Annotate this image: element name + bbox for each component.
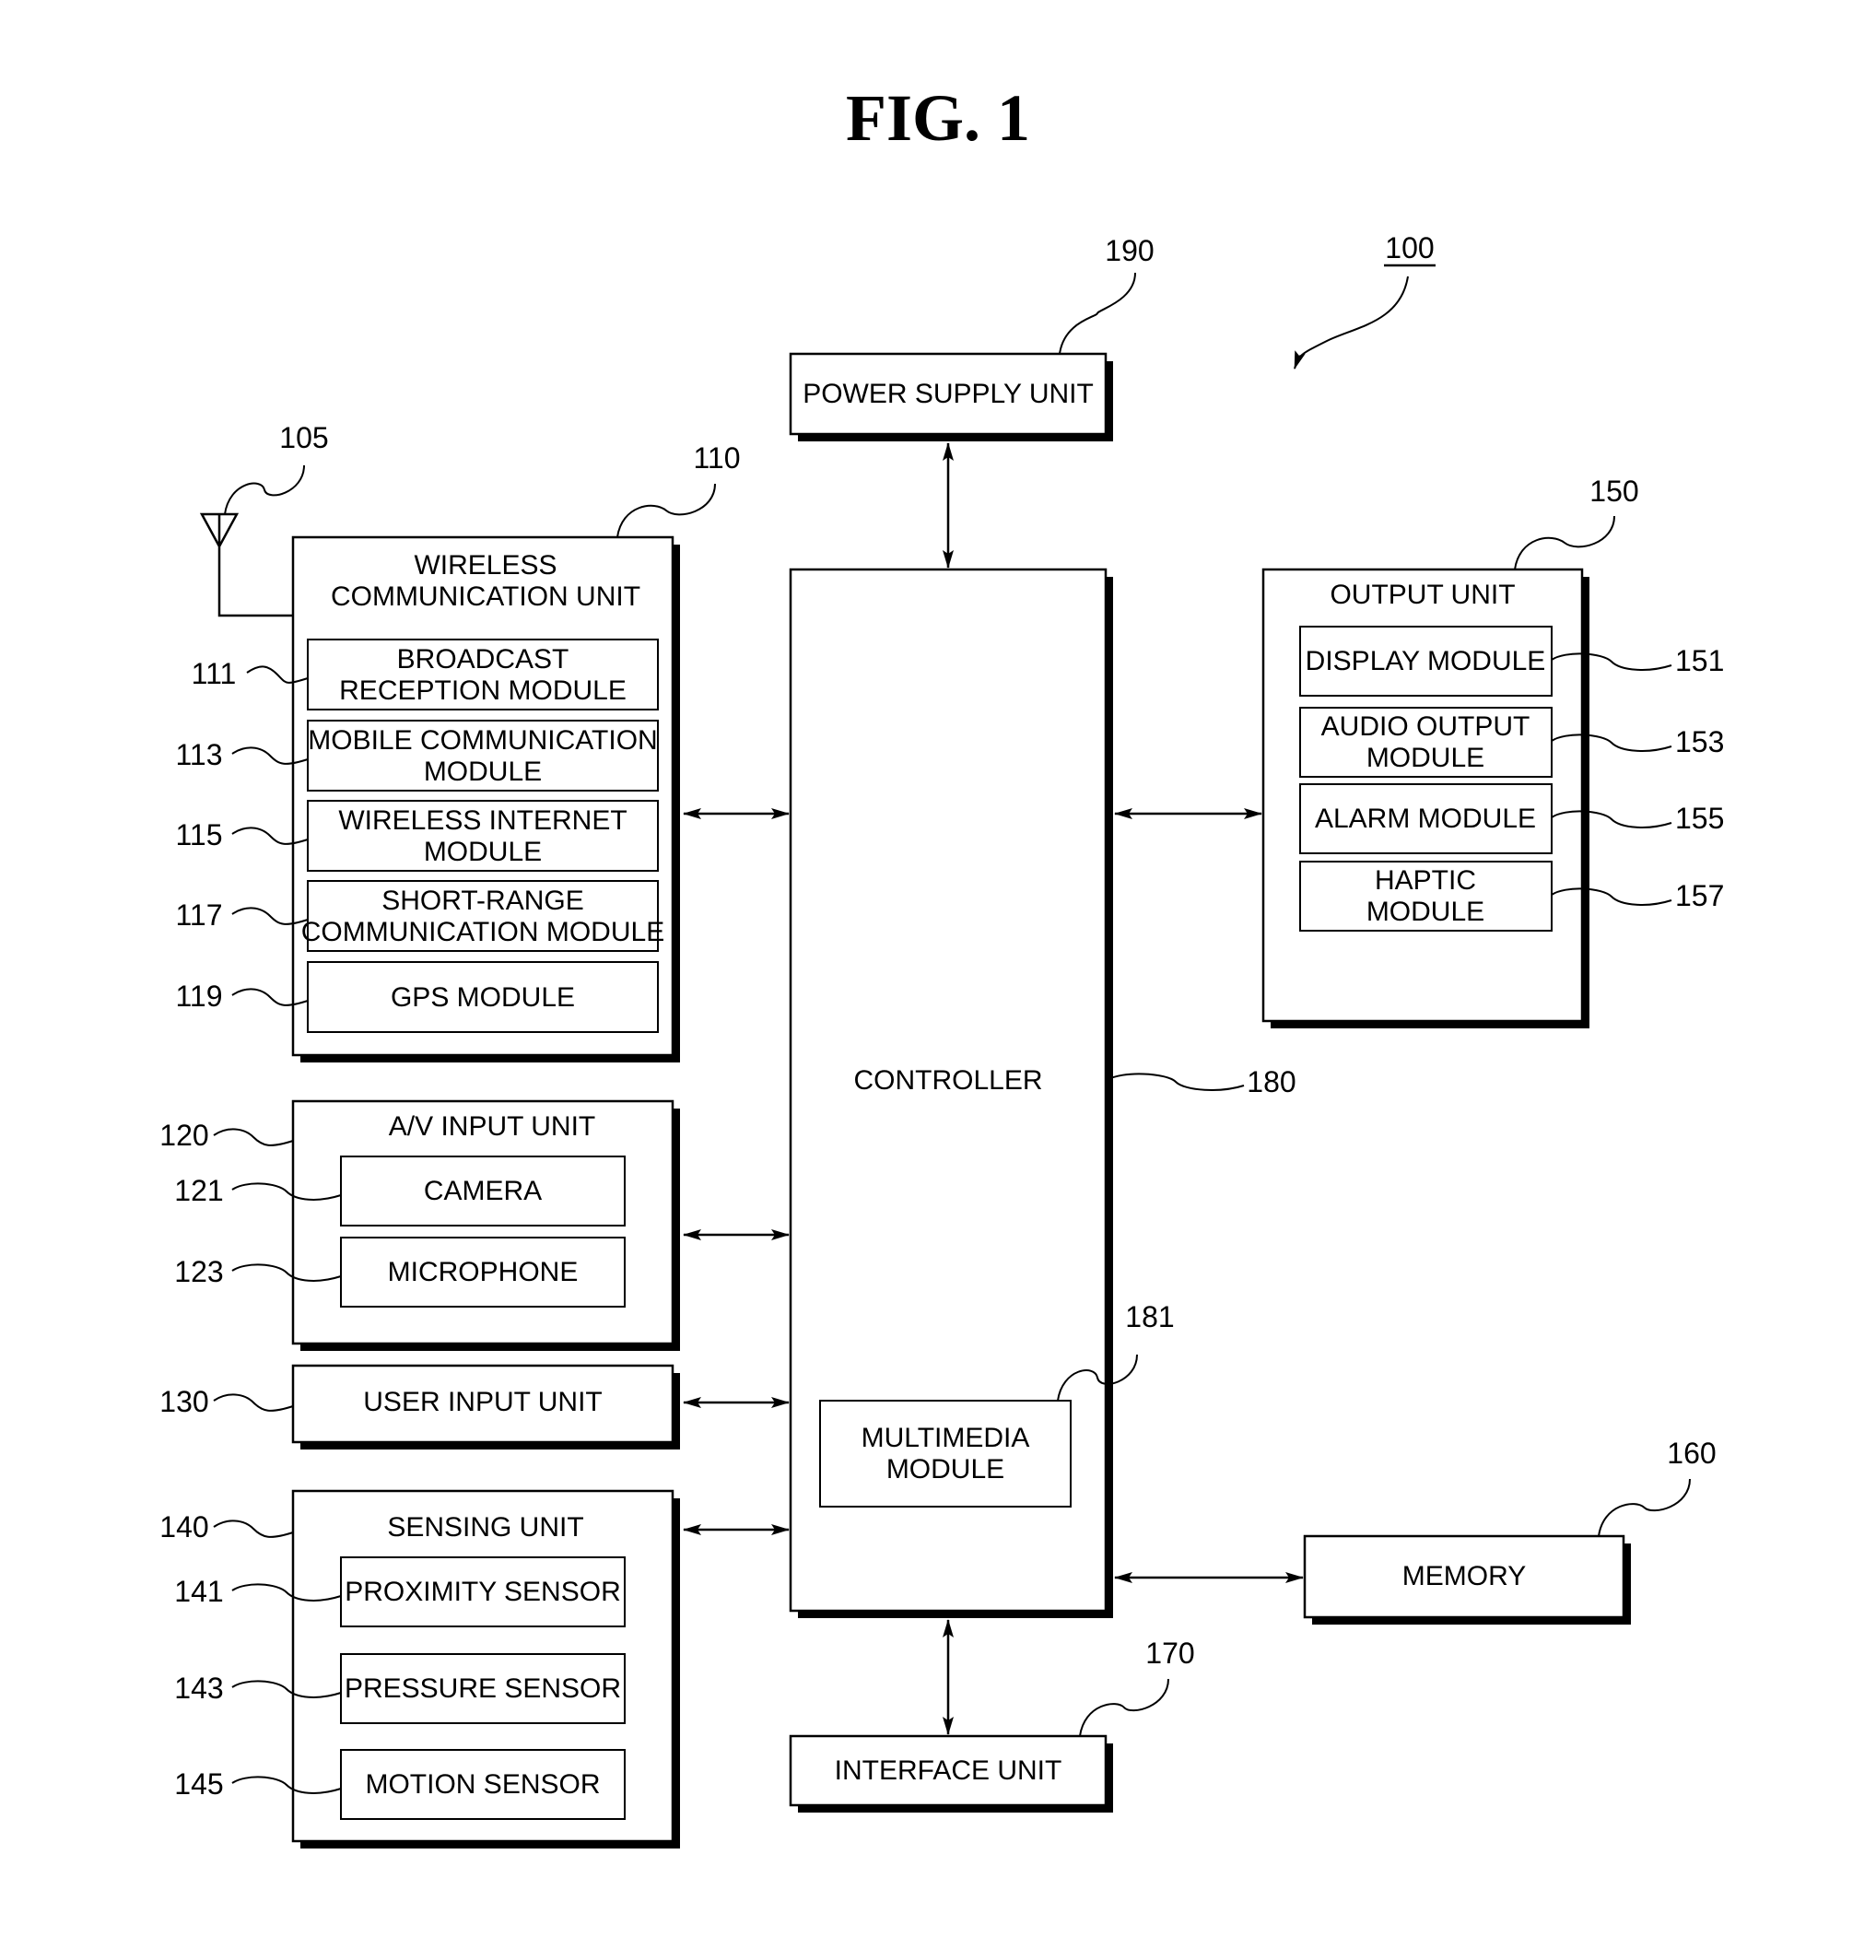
leader-110 (616, 483, 716, 538)
ref-110: 110 (693, 441, 740, 475)
power-supply-label: POWER SUPPLY UNIT (803, 379, 1094, 409)
output-module-153-label-line-2: MODULE (1366, 743, 1484, 773)
av-module-121-label: CAMERA (424, 1176, 542, 1206)
ref-119: 119 (175, 980, 222, 1013)
ref-160: 160 (1667, 1437, 1716, 1470)
output-module-157-label-line-1: HAPTIC (1375, 865, 1476, 896)
multimedia-module-label-line-2: MODULE (886, 1454, 1004, 1485)
output-module-157-label-line-2: MODULE (1366, 897, 1484, 927)
leader-140 (213, 1520, 294, 1538)
ref-181: 181 (1125, 1300, 1174, 1333)
ref-140: 140 (159, 1510, 208, 1543)
ref-143: 143 (174, 1672, 223, 1705)
ref-121: 121 (174, 1174, 223, 1207)
leader-170 (1079, 1678, 1169, 1737)
output-module-151-label: DISPLAY MODULE (1306, 646, 1546, 676)
sensing-label: SENSING UNIT (387, 1512, 583, 1543)
user-input-label: USER INPUT UNIT (363, 1387, 602, 1417)
ref-105: 105 (279, 421, 328, 454)
output-module-153-label-line-1: AUDIO OUTPUT (1321, 711, 1530, 742)
ref-150: 150 (1589, 475, 1638, 508)
leader-160 (1598, 1478, 1691, 1537)
wireless-communication-label-line-2: COMMUNICATION UNIT (331, 581, 640, 612)
ref-180: 180 (1247, 1065, 1296, 1098)
ref-190: 190 (1105, 234, 1154, 267)
leader-105 (224, 464, 305, 515)
leader-130 (213, 1393, 294, 1412)
ref-113: 113 (175, 738, 222, 771)
antenna-icon (199, 512, 293, 617)
ref-100: 100 (1385, 231, 1434, 264)
wireless-module-117-label-line-1: SHORT-RANGE (381, 886, 583, 916)
ref-120: 120 (159, 1119, 208, 1152)
memory-label: MEMORY (1402, 1561, 1526, 1591)
leader-150 (1514, 515, 1615, 570)
block-diagram: FIG. 1 CONTROLLER 180MULTIMEDIAMODULE181P… (159, 81, 1724, 1849)
wireless-module-117-label-line-2: COMMUNICATION MODULE (301, 917, 664, 947)
sensor-143-label: PRESSURE SENSOR (345, 1673, 621, 1704)
ref-123: 123 (174, 1255, 223, 1288)
av-input-label: A/V INPUT UNIT (389, 1111, 595, 1142)
interface-label: INTERFACE UNIT (835, 1755, 1062, 1786)
wireless-communication-label-line-1: WIRELESS (414, 550, 557, 581)
wireless-module-113-label-line-2: MODULE (424, 757, 542, 787)
leader-120 (213, 1128, 294, 1146)
ref-111: 111 (192, 657, 237, 690)
wireless-module-111-label-line-2: RECEPTION MODULE (339, 675, 627, 706)
ref-170: 170 (1145, 1637, 1194, 1670)
ref-151: 151 (1675, 644, 1724, 677)
wireless-module-115-label-line-2: MODULE (424, 837, 542, 867)
ref-157: 157 (1675, 879, 1724, 912)
multimedia-module-label-line-1: MULTIMEDIA (862, 1423, 1030, 1453)
ref-130: 130 (159, 1385, 208, 1418)
figure-title: FIG. 1 (846, 81, 1030, 155)
sensor-141-label: PROXIMITY SENSOR (345, 1577, 621, 1607)
leader-190 (1059, 272, 1136, 355)
output-module-155-label: ALARM MODULE (1315, 804, 1536, 834)
leader-180 (1107, 1073, 1245, 1091)
output-label: OUTPUT UNIT (1330, 580, 1515, 610)
ref-115: 115 (175, 818, 222, 851)
wireless-module-119-label: GPS MODULE (391, 982, 575, 1013)
ref-117: 117 (175, 898, 222, 932)
wireless-module-113-label-line-1: MOBILE COMMUNICATION (308, 725, 657, 756)
ref-155: 155 (1675, 802, 1724, 835)
av-module-123-label: MICROPHONE (388, 1257, 579, 1287)
ref-145: 145 (174, 1767, 223, 1801)
sensor-145-label: MOTION SENSOR (365, 1769, 600, 1800)
ref-153: 153 (1675, 725, 1724, 758)
wireless-module-111-label-line-1: BROADCAST (397, 644, 569, 675)
controller-label: CONTROLLER (853, 1065, 1042, 1096)
leader-100 (1294, 276, 1409, 370)
ref-141: 141 (174, 1575, 223, 1608)
wireless-module-115-label-line-1: WIRELESS INTERNET (338, 805, 627, 836)
